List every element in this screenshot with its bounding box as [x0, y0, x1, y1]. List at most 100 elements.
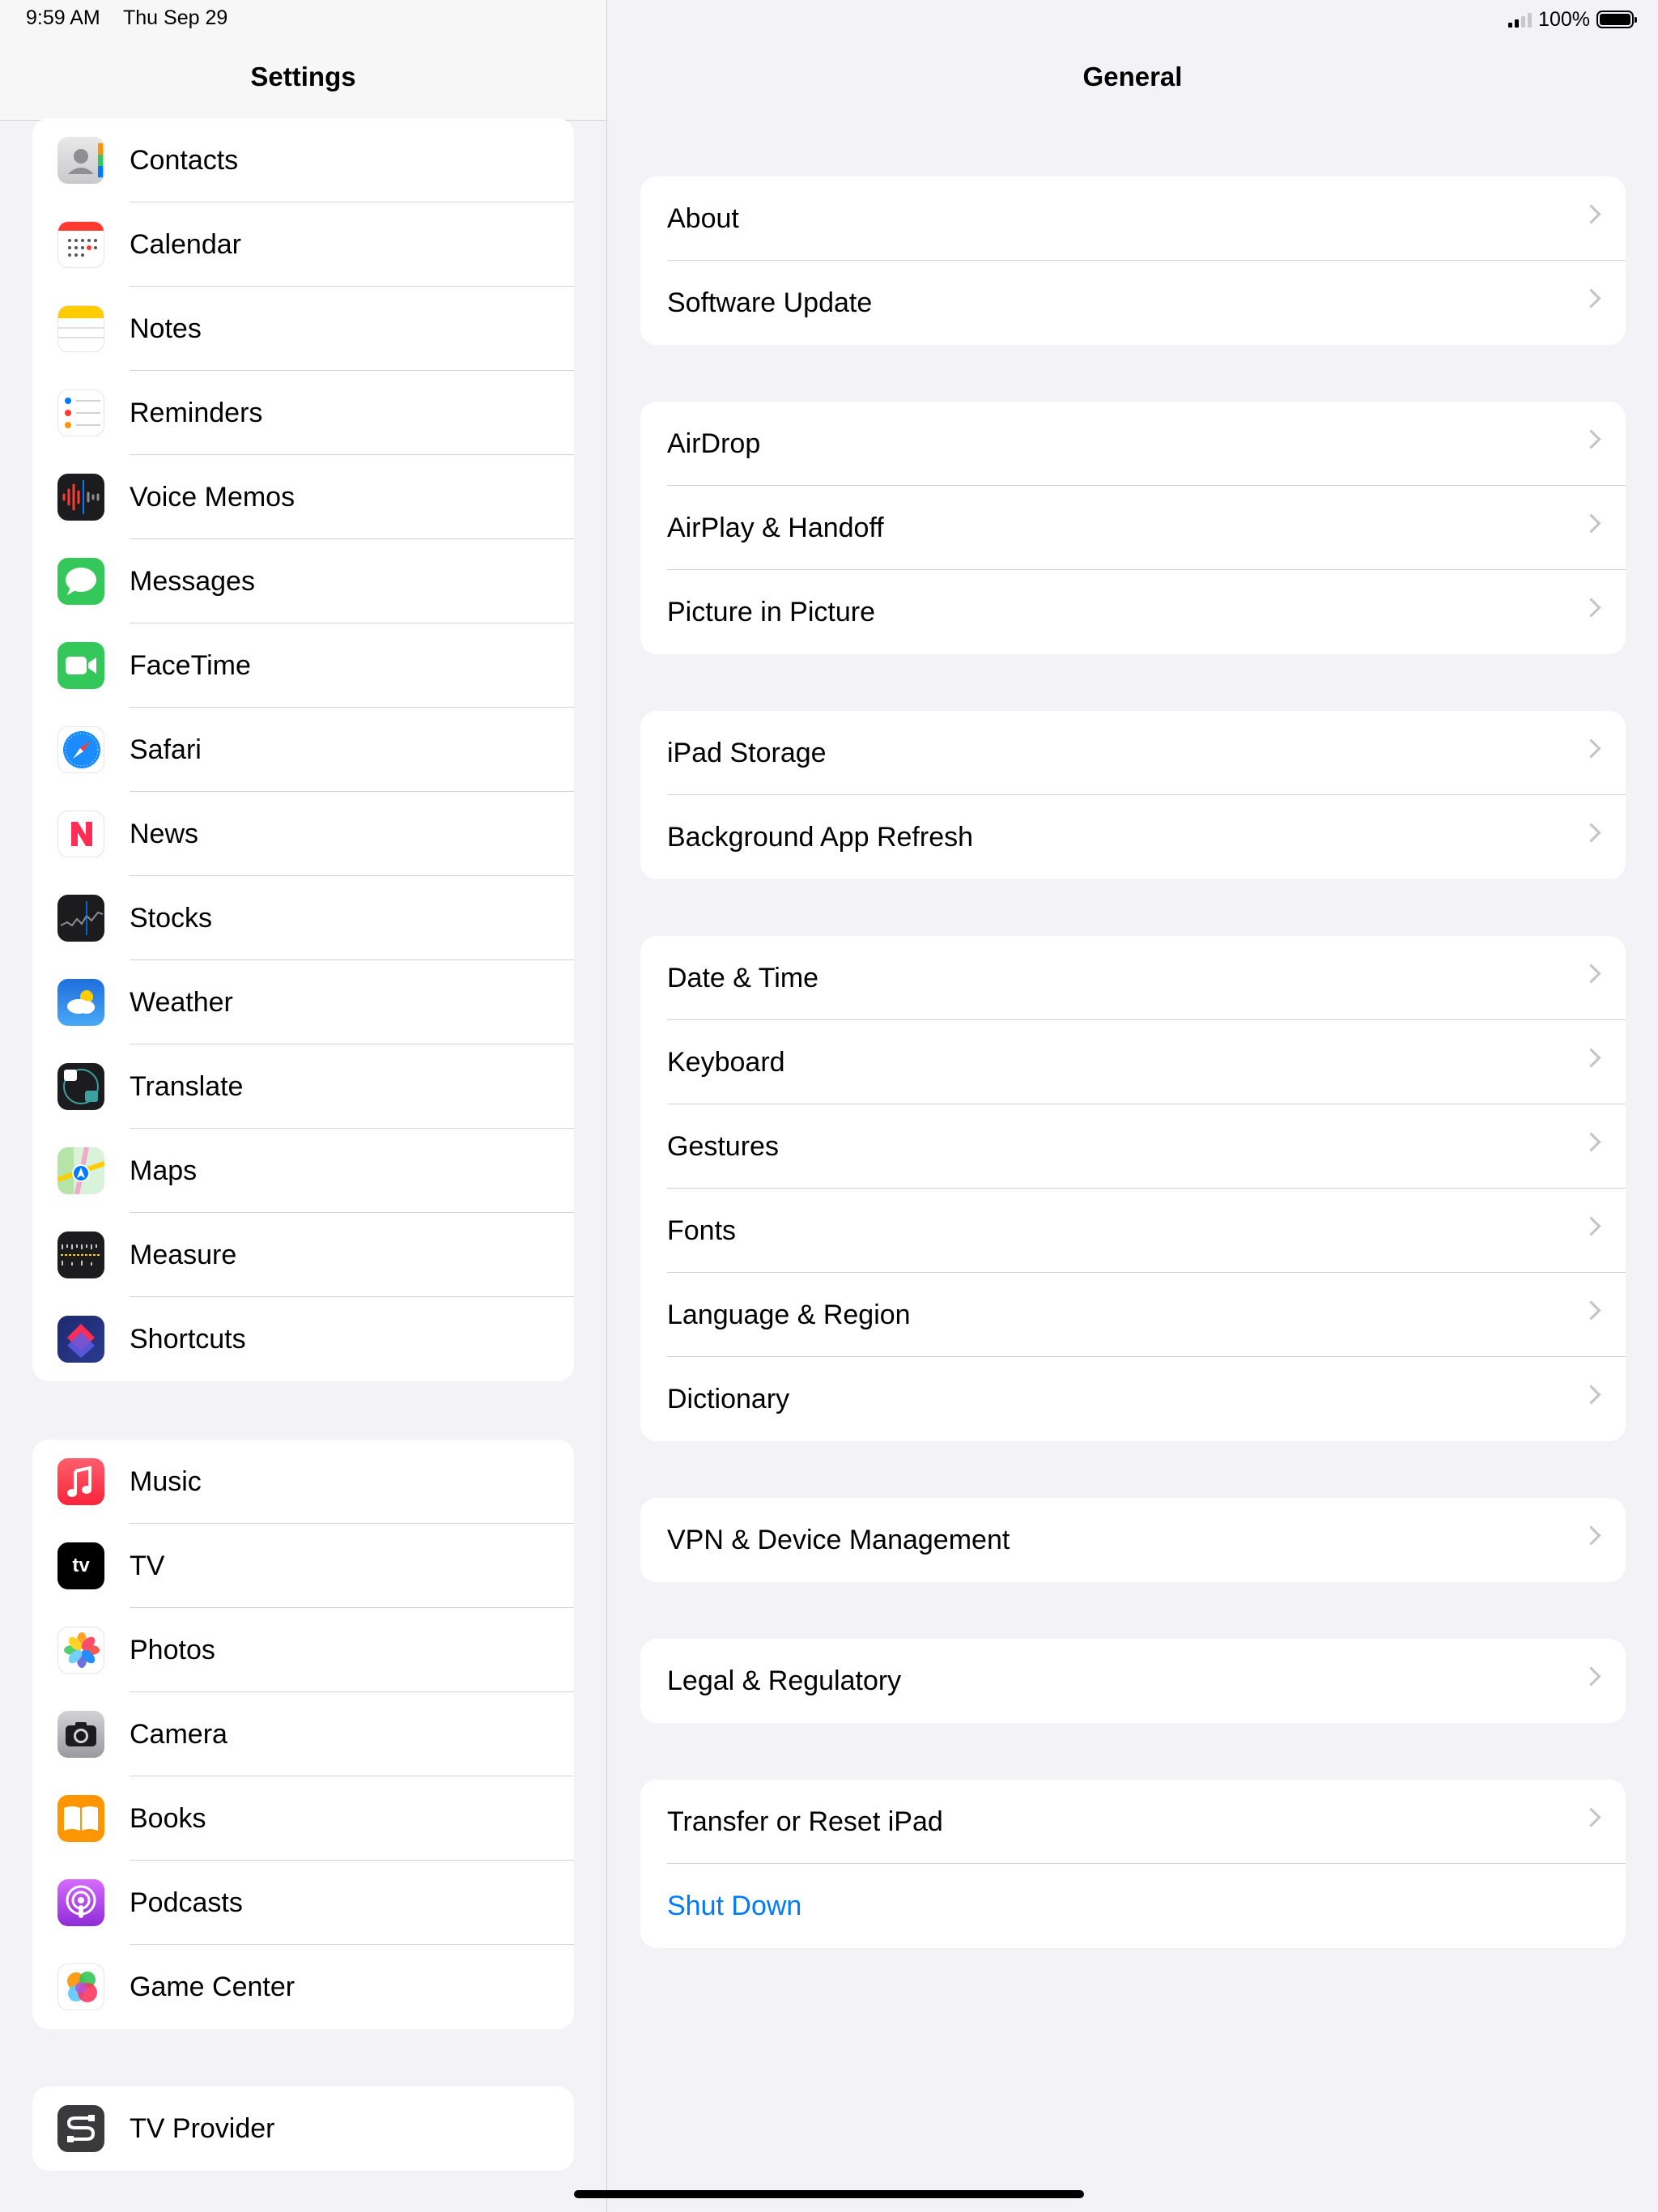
sidebar-group-providers: TV Provider [32, 2087, 574, 2171]
sidebar-item-game-center[interactable]: Game Center [32, 1945, 574, 2029]
sidebar-item-label: Music [130, 1466, 202, 1497]
chevron-right-icon [1581, 1525, 1601, 1546]
sidebar-item-label: Notes [130, 313, 202, 344]
shortcuts-icon [57, 1316, 104, 1363]
row-airdrop[interactable]: AirDrop [640, 402, 1626, 486]
sidebar-item-label: TV [130, 1551, 165, 1581]
sidebar-item-label: Measure [130, 1240, 237, 1270]
sidebar-item-label: Contacts [130, 145, 239, 176]
sidebar-item-podcasts[interactable]: Podcasts [32, 1861, 574, 1945]
row-label: Legal & Regulatory [667, 1665, 902, 1696]
row-language-region[interactable]: Language & Region [640, 1273, 1626, 1357]
row-label: Software Update [667, 287, 873, 318]
status-time: 9:59 AM [26, 6, 100, 29]
sidebar-item-label: TV Provider [130, 2113, 275, 2144]
row-label: Shut Down [667, 1891, 802, 1921]
row-vpn-device-management[interactable]: VPN & Device Management [640, 1498, 1626, 1582]
sidebar-item-facetime[interactable]: FaceTime [32, 623, 574, 708]
sidebar-item-safari[interactable]: Safari [32, 708, 574, 792]
chevron-right-icon [1581, 204, 1601, 224]
shut-down-button[interactable]: Shut Down [640, 1864, 1626, 1948]
sidebar-item-label: Podcasts [130, 1887, 243, 1918]
general-group-vpn: VPN & Device Management [640, 1498, 1626, 1582]
row-background-app-refresh[interactable]: Background App Refresh [640, 795, 1626, 879]
row-label: Background App Refresh [667, 822, 974, 853]
row-label: Dictionary [667, 1384, 790, 1414]
sidebar-item-label: Safari [130, 734, 202, 765]
chevron-right-icon [1581, 1385, 1601, 1405]
sidebar-item-translate[interactable]: Translate [32, 1044, 574, 1129]
sidebar-item-label: Reminders [130, 398, 263, 428]
sidebar-item-weather[interactable]: Weather [32, 960, 574, 1044]
messages-icon [57, 558, 104, 605]
sidebar-item-books[interactable]: Books [32, 1776, 574, 1861]
home-indicator[interactable] [574, 2190, 1084, 2198]
sidebar-item-camera[interactable]: Camera [32, 1692, 574, 1776]
row-fonts[interactable]: Fonts [640, 1189, 1626, 1273]
row-about[interactable]: About [640, 177, 1626, 261]
sidebar-item-reminders[interactable]: Reminders [32, 371, 574, 455]
sidebar-item-voice-memos[interactable]: Voice Memos [32, 455, 574, 539]
stocks-icon [57, 895, 104, 942]
sidebar-item-contacts[interactable]: Contacts [32, 118, 574, 202]
row-gestures[interactable]: Gestures [640, 1104, 1626, 1189]
sidebar-item-shortcuts[interactable]: Shortcuts [32, 1297, 574, 1381]
chevron-right-icon [1581, 598, 1601, 618]
sidebar-item-notes[interactable]: Notes [32, 287, 574, 371]
sidebar-item-stocks[interactable]: Stocks [32, 876, 574, 960]
sidebar-item-calendar[interactable]: Calendar [32, 202, 574, 287]
general-group-reset: Transfer or Reset iPad Shut Down [640, 1780, 1626, 1948]
row-picture-in-picture[interactable]: Picture in Picture [640, 570, 1626, 654]
tv-provider-icon [57, 2105, 104, 2152]
sidebar-item-label: FaceTime [130, 650, 251, 681]
row-label: Transfer or Reset iPad [667, 1806, 943, 1837]
row-ipad-storage[interactable]: iPad Storage [640, 711, 1626, 795]
sidebar-item-label: Maps [130, 1155, 198, 1186]
chevron-right-icon [1581, 429, 1601, 449]
sidebar-item-maps[interactable]: Maps [32, 1129, 574, 1213]
sidebar-item-messages[interactable]: Messages [32, 539, 574, 623]
reminders-icon [57, 389, 104, 436]
books-icon [57, 1795, 104, 1842]
status-date: Thu Sep 29 [123, 6, 228, 29]
sidebar-group-apps-2: Music tv TV Photos Camera Books Podcasts… [32, 1440, 574, 2029]
sidebar-item-tv-provider[interactable]: TV Provider [32, 2087, 574, 2171]
contacts-icon [57, 137, 104, 184]
row-label: About [667, 203, 739, 234]
row-label: Keyboard [667, 1047, 785, 1078]
sidebar-group-apps-1: Contacts Calendar Notes Reminders Voice … [32, 118, 574, 1381]
sidebar-item-label: Voice Memos [130, 482, 295, 513]
sidebar-item-music[interactable]: Music [32, 1440, 574, 1524]
general-group-legal: Legal & Regulatory [640, 1639, 1626, 1723]
split-view-divider[interactable] [606, 0, 607, 2212]
measure-icon [57, 1231, 104, 1278]
podcasts-icon [57, 1879, 104, 1926]
tv-icon-glyph: tv [72, 1555, 90, 1576]
sidebar-item-measure[interactable]: Measure [32, 1213, 574, 1297]
translate-icon [57, 1063, 104, 1110]
sidebar-item-label: Translate [130, 1071, 244, 1102]
sidebar-item-label: Camera [130, 1719, 227, 1750]
sidebar-item-photos[interactable]: Photos [32, 1608, 574, 1692]
sidebar-item-news[interactable]: News [32, 792, 574, 876]
news-icon [57, 810, 104, 857]
row-software-update[interactable]: Software Update [640, 261, 1626, 345]
safari-icon [57, 726, 104, 773]
calendar-icon [57, 221, 104, 268]
sidebar-item-label: News [130, 819, 199, 849]
sidebar-item-label: Game Center [130, 1972, 295, 2002]
chevron-right-icon [1581, 738, 1601, 759]
row-transfer-reset[interactable]: Transfer or Reset iPad [640, 1780, 1626, 1864]
sidebar-item-tv[interactable]: tv TV [32, 1524, 574, 1608]
row-keyboard[interactable]: Keyboard [640, 1020, 1626, 1104]
general-group-locale: Date & Time Keyboard Gestures Fonts Lang… [640, 936, 1626, 1441]
row-date-time[interactable]: Date & Time [640, 936, 1626, 1020]
row-label: Date & Time [667, 963, 819, 993]
row-legal-regulatory[interactable]: Legal & Regulatory [640, 1639, 1626, 1723]
row-airplay-handoff[interactable]: AirPlay & Handoff [640, 486, 1626, 570]
row-dictionary[interactable]: Dictionary [640, 1357, 1626, 1441]
wifi-signal-icon [1508, 11, 1533, 28]
voice-memos-icon [57, 474, 104, 521]
sidebar-item-label: Photos [130, 1635, 215, 1665]
facetime-icon [57, 642, 104, 689]
